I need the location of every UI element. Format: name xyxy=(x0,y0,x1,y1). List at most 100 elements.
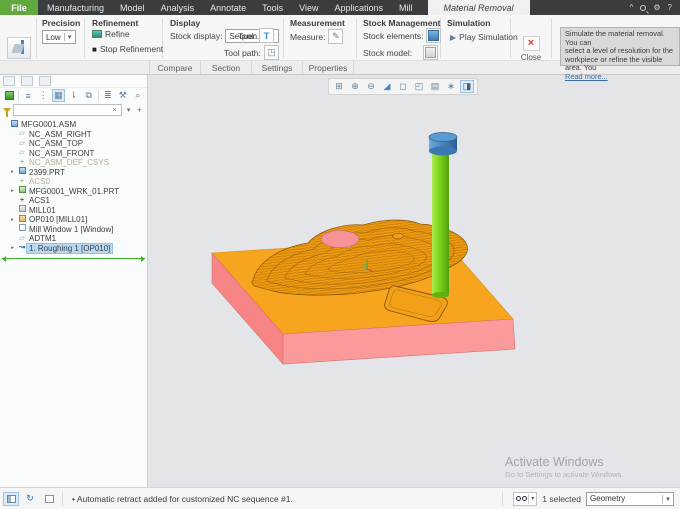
menu-analysis[interactable]: Analysis xyxy=(154,0,202,15)
tree-row[interactable]: ▱ NC_ASM_FRONT xyxy=(0,149,147,159)
tree-row[interactable]: ▸ OP010 [MILL01] xyxy=(0,214,147,225)
tab-compare[interactable]: Compare xyxy=(149,61,201,74)
copy-icon[interactable]: ⧉ xyxy=(83,89,95,102)
tool-path-button[interactable]: ◳ xyxy=(263,45,279,60)
close-tool-button[interactable]: × Close xyxy=(518,36,544,62)
tab-material-removal[interactable]: Material Removal xyxy=(427,0,530,15)
model-tree-tab-icon[interactable] xyxy=(3,76,15,86)
datum-plane-icon: ▱ xyxy=(19,130,25,138)
mill-window-icon xyxy=(18,224,26,232)
nc-sequence-icon: ↝ xyxy=(19,244,25,252)
tree-row[interactable]: ▱ NC_ASM_TOP xyxy=(0,139,147,149)
filter-dropdown-icon[interactable]: ▾ xyxy=(124,106,133,114)
tree-row[interactable]: ▸ 2399.PRT xyxy=(0,167,147,178)
repaint-icon[interactable]: ◢ xyxy=(380,80,394,93)
stock-model-control: Stock model: xyxy=(363,45,439,60)
grid-view-icon[interactable]: ▦ xyxy=(52,89,65,102)
toggle-tree-icon[interactable] xyxy=(3,491,19,506)
tool-path-icon: ◳ xyxy=(267,47,276,57)
sort-icon[interactable]: ⇂ xyxy=(68,89,80,102)
tree-row[interactable]: ▸ MFG0001_WRK_01.PRT xyxy=(0,186,147,197)
group-measurement-label: Measurement xyxy=(290,18,345,28)
zoom-out-icon[interactable]: ⊖ xyxy=(364,80,378,93)
collapse-ribbon-icon[interactable]: ^ xyxy=(630,3,634,12)
graphics-area[interactable]: ⊞ ⊕ ⊖ ◢ ◻ ◰ ▤ ∗ ◨ xyxy=(148,75,680,487)
tree-row[interactable]: + ACS0 xyxy=(0,177,147,187)
refine-icon xyxy=(92,30,102,38)
menu-annotate[interactable]: Annotate xyxy=(203,0,253,15)
list-view-icon[interactable]: ≡ xyxy=(22,89,34,102)
play-simulation-icon: ▶ xyxy=(450,32,457,42)
regenerate-icon[interactable]: ↻ xyxy=(22,492,38,506)
annotations-icon[interactable]: ∗ xyxy=(444,80,458,93)
clear-filter-icon[interactable]: × xyxy=(110,107,119,114)
menu-model[interactable]: Model xyxy=(113,0,152,15)
tree-filters-icon[interactable]: ⚒ xyxy=(117,89,129,102)
tree-search-icon[interactable]: ⌕ xyxy=(132,89,144,102)
precision-dropdown[interactable]: Low ▾ xyxy=(42,30,76,44)
menu-mill[interactable]: Mill xyxy=(392,0,420,15)
expand-icon: ▸ xyxy=(11,216,14,223)
find-button[interactable]: ▾ xyxy=(513,491,538,506)
tab-properties[interactable]: Properties xyxy=(302,61,354,74)
stop-icon: ■ xyxy=(92,44,97,54)
model-tree: MFG0001.ASM ▱ NC_ASM_RIGHT ▱ NC_ASM_TOP ▱ N… xyxy=(0,117,147,254)
menu-manufacturing[interactable]: Manufacturing xyxy=(40,0,111,15)
view-manager-icon[interactable]: ▤ xyxy=(428,80,442,93)
operation-icon xyxy=(18,214,26,222)
tooltip: Simulate the material removal. You can s… xyxy=(560,27,680,81)
tree-row[interactable]: + NC_ASM_DEF_CSYS xyxy=(0,158,147,168)
tree-resize-divider[interactable] xyxy=(2,256,145,262)
layers-icon[interactable]: ≣ xyxy=(102,89,114,102)
group-simulation-label: Simulation xyxy=(447,18,491,28)
filter-add-icon[interactable]: + xyxy=(135,105,144,115)
tree-row[interactable]: + ACS1 xyxy=(0,196,147,206)
pencil-icon: ✎ xyxy=(332,31,340,41)
tree-row[interactable]: MILL01 xyxy=(0,205,147,216)
datum-plane-icon: ▱ xyxy=(19,139,25,147)
panel-toggle-icon[interactable]: ◨ xyxy=(460,80,474,93)
model-3d-view[interactable] xyxy=(148,75,680,487)
tree-filter-input[interactable]: × xyxy=(13,104,122,116)
detail-view-icon[interactable]: ⋮ xyxy=(37,89,49,102)
read-more-link[interactable]: Read more... xyxy=(565,72,608,81)
help-icon[interactable]: ? xyxy=(668,3,672,12)
tab-settings[interactable]: Settings xyxy=(251,61,303,74)
stock-model-button[interactable] xyxy=(423,45,439,60)
stock-elements-icon xyxy=(428,30,440,41)
gear-icon[interactable]: ⚙ xyxy=(653,3,660,12)
expand-icon: ▸ xyxy=(11,245,14,252)
tab-section[interactable]: Section xyxy=(200,61,252,74)
selected-count: 1 selected xyxy=(542,493,581,504)
selection-filter-dropdown[interactable]: Geometry ▾ xyxy=(586,491,674,506)
search-icon[interactable] xyxy=(640,4,647,11)
play-simulation-button[interactable]: ▶ Play Simulation xyxy=(450,32,518,42)
zoom-in-icon[interactable]: ⊕ xyxy=(348,80,362,93)
tree-row[interactable]: ▱ NC_ASM_RIGHT xyxy=(0,130,147,140)
menubar: File Manufacturing Model Analysis Annota… xyxy=(0,0,680,15)
folder-browser-tab-icon[interactable] xyxy=(21,76,33,86)
stock-elements-button[interactable] xyxy=(426,28,442,43)
favorites-tab-icon[interactable] xyxy=(39,76,51,86)
stop-refinement-button[interactable]: ■ Stop Refinement xyxy=(92,44,163,54)
refine-button[interactable]: Refine xyxy=(92,29,130,39)
display-style-icon[interactable]: ◻ xyxy=(396,80,410,93)
tree-row[interactable]: ▱ ADTM1 xyxy=(0,234,147,244)
measure-button[interactable]: ✎ xyxy=(328,29,344,44)
tool-path-control: Tool path: ◳ xyxy=(224,45,279,60)
menu-view[interactable]: View xyxy=(292,0,325,15)
window-icon[interactable] xyxy=(41,492,57,506)
tree-row[interactable]: Mill Window 1 [Window] xyxy=(0,224,147,235)
saved-orientations-icon[interactable]: ◰ xyxy=(412,80,426,93)
binoculars-icon xyxy=(516,496,522,501)
tree-row[interactable]: MFG0001.ASM xyxy=(0,119,147,130)
tree-row-selected[interactable]: ▸ ↝ 1. Roughing 1 [OP010] xyxy=(0,242,147,254)
show-icon[interactable] xyxy=(3,89,15,102)
chevron-down-icon: ▾ xyxy=(63,33,75,41)
tool-display-button[interactable]: T xyxy=(258,28,274,43)
menu-tools[interactable]: Tools xyxy=(255,0,290,15)
file-menu-button[interactable]: File xyxy=(0,0,38,15)
group-display-label: Display xyxy=(170,18,201,28)
zoom-region-icon[interactable]: ⊞ xyxy=(332,80,346,93)
menu-applications[interactable]: Applications xyxy=(327,0,390,15)
